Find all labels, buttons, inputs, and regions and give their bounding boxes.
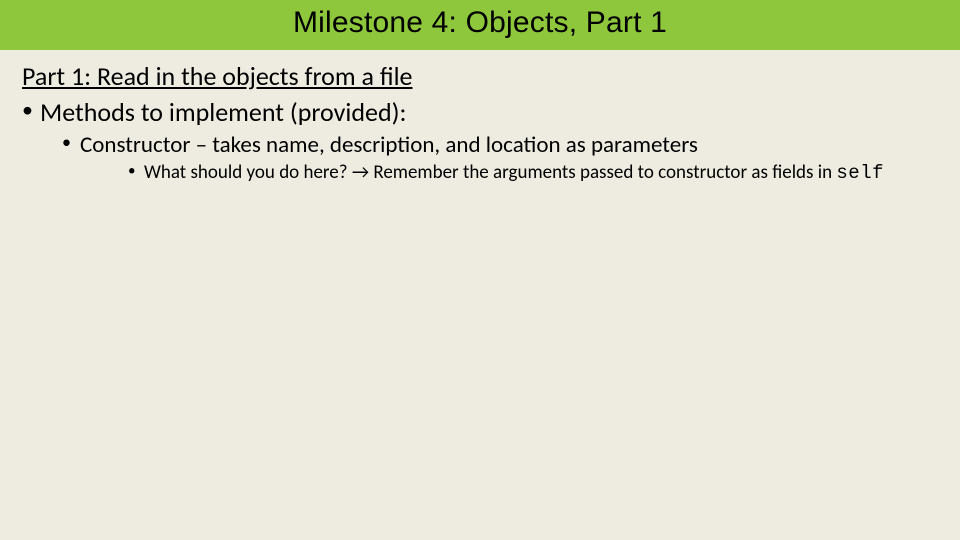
code-token-self: self bbox=[836, 162, 884, 184]
slide-title: Milestone 4: Objects, Part 1 bbox=[293, 6, 667, 39]
list-item-text: Constructor – takes name, description, a… bbox=[80, 131, 698, 159]
slide: Milestone 4: Objects, Part 1 Part 1: Rea… bbox=[0, 0, 960, 540]
list-item-text: Methods to implement (provided): bbox=[40, 96, 406, 128]
list-item: Methods to implement (provided): Constru… bbox=[22, 96, 938, 186]
bullet-list-level-2: Constructor – takes name, description, a… bbox=[40, 131, 938, 187]
bullet-list-level-1: Methods to implement (provided): Constru… bbox=[22, 96, 938, 186]
list-item-text: What should you do here? → Remember the … bbox=[144, 161, 836, 184]
slide-body: Part 1: Read in the objects from a file … bbox=[0, 50, 960, 186]
section-heading: Part 1: Read in the objects from a file bbox=[22, 60, 938, 92]
title-bar: Milestone 4: Objects, Part 1 bbox=[0, 0, 960, 50]
bullet-list-level-3: What should you do here? → Remember the … bbox=[80, 161, 938, 186]
list-item: Constructor – takes name, description, a… bbox=[62, 131, 938, 187]
list-item: What should you do here? → Remember the … bbox=[128, 161, 938, 186]
